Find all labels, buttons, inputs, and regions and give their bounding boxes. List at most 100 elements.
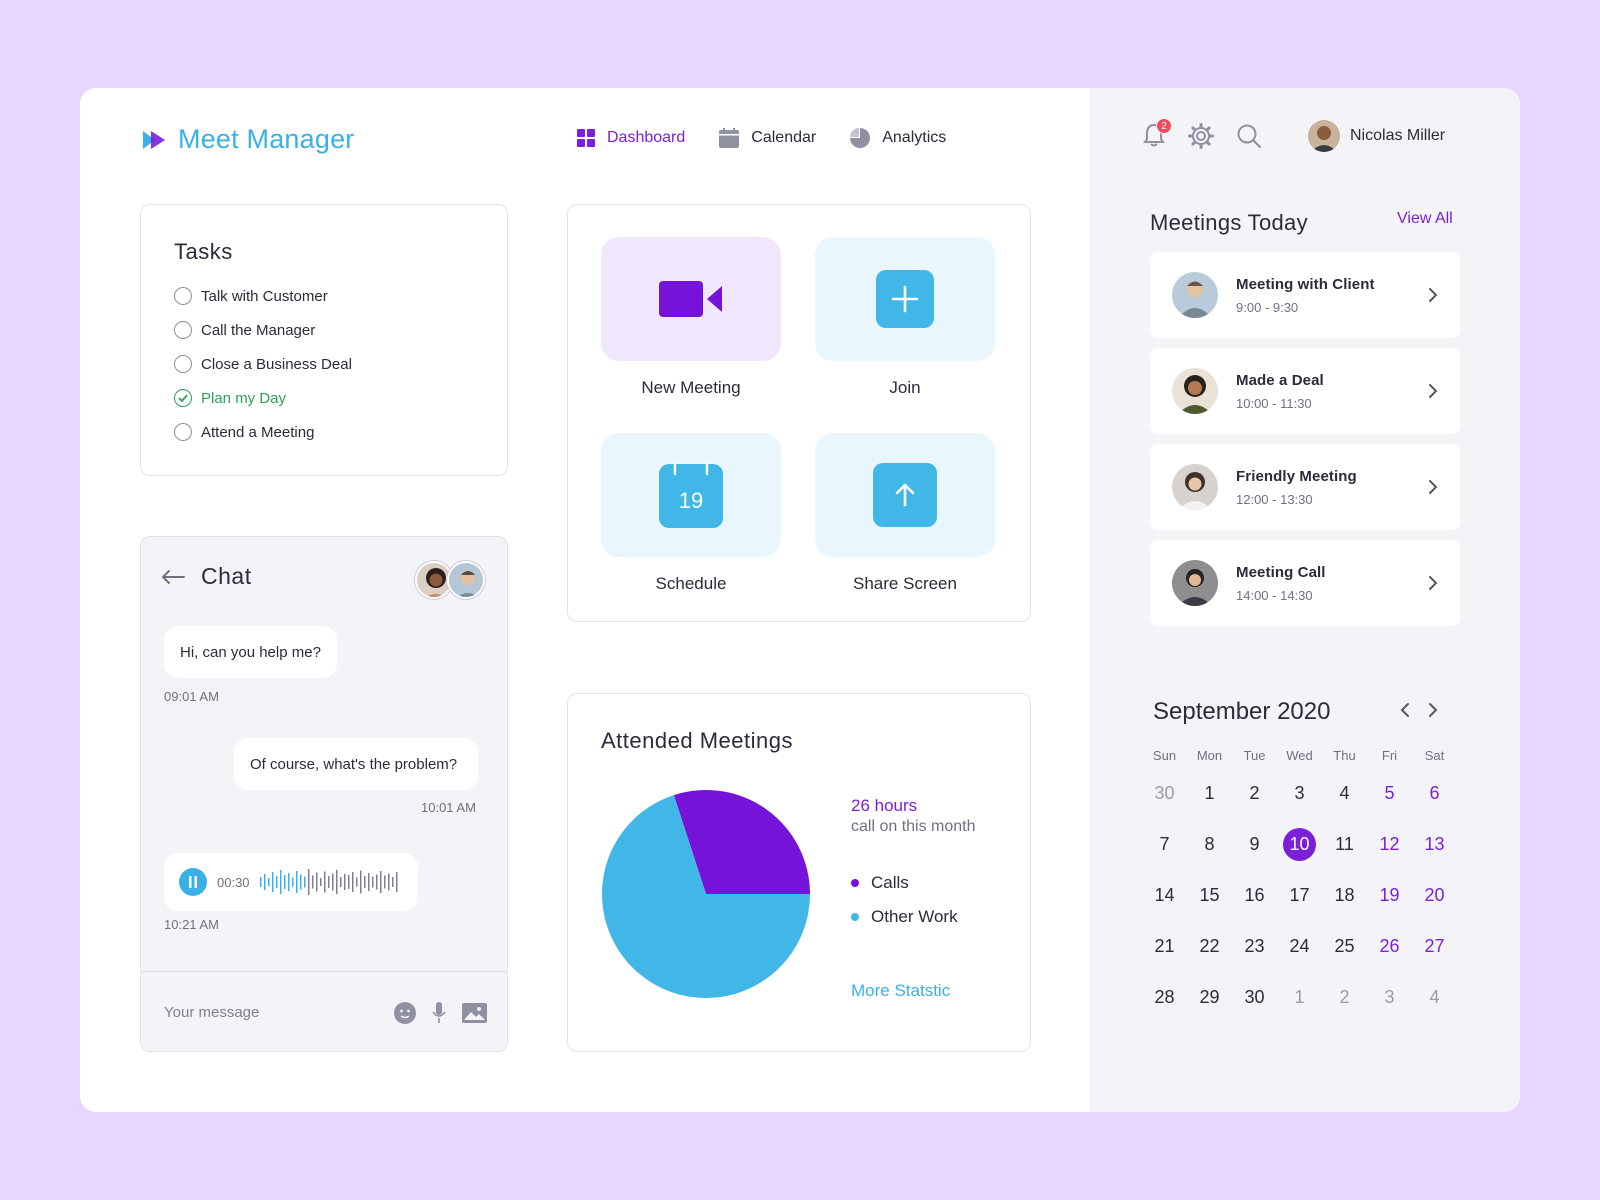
back-arrow-icon[interactable] [161,569,185,585]
calendar-day[interactable]: 30 [1232,972,1277,1023]
logo[interactable]: Meet Manager [142,124,355,155]
join-button[interactable]: Join [815,237,995,398]
microphone-button[interactable] [432,1001,446,1024]
calendar-day[interactable]: 29 [1187,972,1232,1023]
calendar-day[interactable]: 13 [1412,819,1457,870]
meeting-info: Meeting with Client 9:00 - 9:30 [1236,276,1428,315]
calendar-day[interactable]: 12 [1367,819,1412,870]
calendar-day[interactable]: 2 [1322,972,1367,1023]
calendar-next-button[interactable] [1423,700,1443,720]
message-time: 09:01 AM [164,689,219,704]
task-item[interactable]: Plan my Day [174,381,507,415]
tasks-card: Tasks Talk with Customer Call the Manage… [140,204,508,476]
calendar-day[interactable]: 4 [1322,768,1367,819]
share-screen-button[interactable]: Share Screen [815,433,995,594]
message-input[interactable] [164,1004,394,1021]
calendar-day[interactable]: 5 [1367,768,1412,819]
calendar-day[interactable]: 1 [1277,972,1322,1023]
meeting-item[interactable]: Made a Deal 10:00 - 11:30 [1150,348,1460,434]
calendar-day[interactable]: 9 [1232,819,1277,870]
calendar-day[interactable]: 17 [1277,870,1322,921]
waveform-bar [291,877,294,887]
calendar-day[interactable]: 11 [1322,819,1367,870]
calendar-day-number: 14 [1154,885,1175,905]
calendar-prev-button[interactable] [1395,700,1415,720]
nav-dashboard-label: Dashboard [607,129,686,146]
calendar-day[interactable]: 8 [1187,819,1232,870]
tasks-title: Tasks [174,239,233,264]
calendar-day[interactable]: 14 [1142,870,1187,921]
calendar-day-number: 27 [1424,936,1445,956]
task-item[interactable]: Call the Manager [174,313,507,347]
calendar-day[interactable]: 30 [1142,768,1187,819]
waveform-bar [279,870,282,894]
message-bubble: Hi, can you help me? [164,626,337,678]
calendar-day[interactable]: 26 [1367,921,1412,972]
calendar-day[interactable]: 20 [1412,870,1457,921]
waveform-icon[interactable] [259,868,402,896]
calendar-day[interactable]: 22 [1187,921,1232,972]
waveform-bar [283,875,286,889]
image-button[interactable] [462,1002,487,1023]
task-item[interactable]: Talk with Customer [174,279,507,313]
emoji-button[interactable] [394,1001,416,1024]
calendar-day[interactable]: 18 [1322,870,1367,921]
calendar-day[interactable]: 28 [1142,972,1187,1023]
pause-button[interactable] [179,868,207,896]
calendar-day[interactable]: 6 [1412,768,1457,819]
waveform-bar [327,876,330,888]
meeting-item[interactable]: Friendly Meeting 12:00 - 13:30 [1150,444,1460,530]
nav-analytics[interactable]: Analytics [850,126,946,150]
task-item[interactable]: Close a Business Deal [174,347,507,381]
calendar-day[interactable]: 24 [1277,921,1322,972]
meeting-item[interactable]: Meeting Call 14:00 - 14:30 [1150,540,1460,626]
calendar-day[interactable]: 25 [1322,921,1367,972]
calendar-day[interactable]: 3 [1277,768,1322,819]
main-nav: Dashboard Calendar Analytics [577,126,946,150]
waveform-bar [331,873,334,891]
calendar-day-number: 16 [1244,885,1265,905]
calendar-day-selected[interactable]: 10 [1277,819,1322,870]
checkbox[interactable] [174,423,192,441]
more-statistic-link[interactable]: More Statstic [851,981,950,1001]
settings-button[interactable] [1188,123,1216,151]
nav-calendar[interactable]: Calendar [719,126,816,150]
share-screen-tile [815,433,995,557]
checkbox-checked[interactable] [174,389,192,407]
legend-dot [851,913,859,921]
waveform-bar [307,869,310,895]
calendar-day[interactable]: 4 [1412,972,1457,1023]
calendar-day[interactable]: 23 [1232,921,1277,972]
chat-participants[interactable] [415,561,485,599]
calendar-day[interactable]: 15 [1187,870,1232,921]
calendar-day-number: 15 [1199,885,1220,905]
checkbox[interactable] [174,287,192,305]
chat-tools [394,1001,487,1024]
calendar-day[interactable]: 2 [1232,768,1277,819]
calendar-day[interactable]: 16 [1232,870,1277,921]
task-item[interactable]: Attend a Meeting [174,415,507,449]
search-button[interactable] [1236,123,1264,151]
chevron-right-icon [1429,480,1438,494]
schedule-button[interactable]: 19 Schedule [601,433,781,594]
new-meeting-button[interactable]: New Meeting [601,237,781,398]
attended-meetings-card: Attended Meetings 26 hours call on this … [567,693,1031,1052]
checkbox[interactable] [174,321,192,339]
meeting-item[interactable]: Meeting with Client 9:00 - 9:30 [1150,252,1460,338]
calendar-day-number: 4 [1339,783,1350,803]
checkbox[interactable] [174,355,192,373]
chevron-right-icon [1429,576,1438,590]
user-menu[interactable]: Nicolas Miller [1308,120,1445,152]
calendar-day[interactable]: 3 [1367,972,1412,1023]
calendar-day[interactable]: 1 [1187,768,1232,819]
calendar-day-number: 17 [1289,885,1310,905]
calendar-day-number: 29 [1199,987,1220,1007]
nav-dashboard[interactable]: Dashboard [577,126,685,150]
calendar-day[interactable]: 7 [1142,819,1187,870]
notifications-button[interactable]: 2 [1142,118,1172,150]
calendar-day[interactable]: 19 [1367,870,1412,921]
calendar-day[interactable]: 21 [1142,921,1187,972]
calendar-day[interactable]: 27 [1412,921,1457,972]
view-all-link[interactable]: View All [1397,210,1453,228]
waveform-bar [367,873,370,891]
